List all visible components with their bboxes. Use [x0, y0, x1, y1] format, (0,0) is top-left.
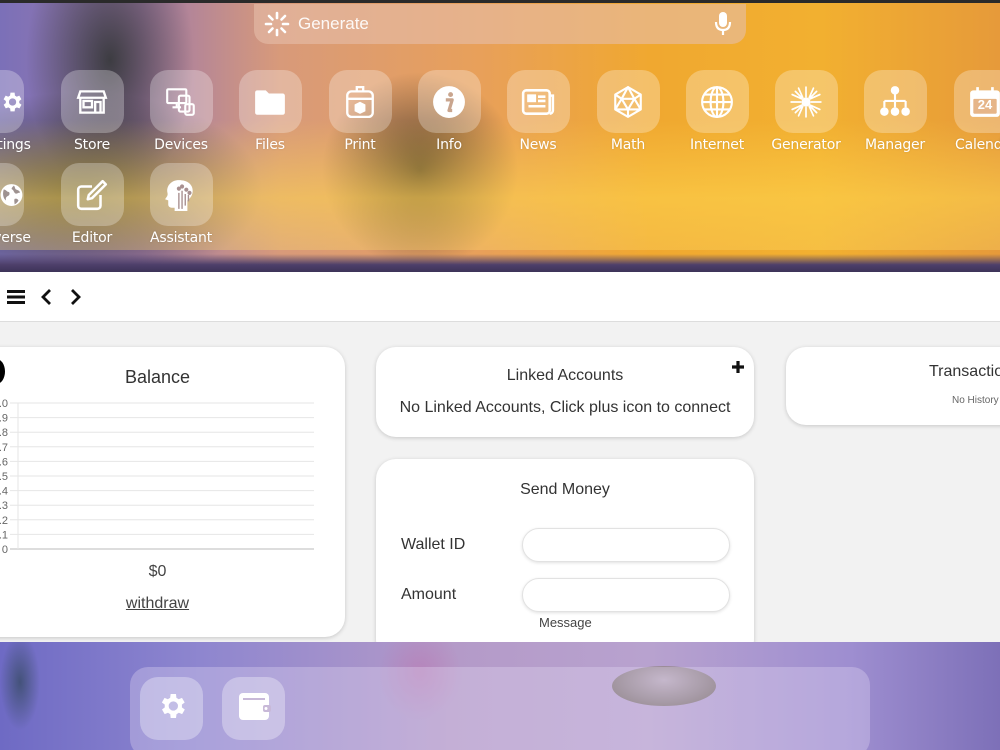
withdraw-link[interactable]: withdraw	[0, 595, 345, 613]
chart-ytick-label: .8	[0, 427, 8, 439]
app-store[interactable]: Store	[52, 70, 132, 160]
chevron-right-icon[interactable]	[66, 286, 86, 308]
app-files[interactable]: Files	[230, 70, 310, 160]
balance-card: Balance 0 .1 .2 .3 .4 .5 .6 .7 .8 .9 .0 $0 withdra…	[0, 347, 345, 637]
app-label: Info	[436, 137, 462, 153]
app-label: Editor	[71, 230, 113, 246]
wallet-icon	[237, 690, 271, 727]
chart-ytick-label: .4	[0, 486, 8, 498]
app-news[interactable]: News	[498, 70, 578, 160]
hamburger-icon[interactable]	[6, 286, 26, 308]
app-print[interactable]: Print	[320, 70, 400, 160]
linked-accounts-card: Linked Accounts No Linked Accounts, Clic…	[376, 347, 754, 437]
wallet-content: Balance 0 .1 .2 .3 .4 .5 .6 .7 .8 .9 .0 $0 withdra…	[0, 322, 1000, 642]
app-label: News	[519, 137, 557, 153]
app-label: Store	[73, 137, 110, 153]
app-universe[interactable]: verse	[0, 163, 32, 253]
amount-input[interactable]	[522, 578, 730, 612]
dock	[130, 667, 870, 750]
linked-accounts-empty-message: No Linked Accounts, Click plus icon to c…	[399, 399, 731, 416]
chart-ytick-label: .1	[0, 529, 8, 541]
plus-icon[interactable]	[730, 359, 746, 375]
app-label: verse	[0, 230, 31, 246]
store-icon	[60, 70, 124, 133]
transactions-card: Transactio No History	[786, 347, 1000, 425]
app-calendar[interactable]: 24 Calend	[945, 70, 1000, 160]
app-label: Devices	[154, 137, 208, 153]
app-label: Print	[344, 137, 376, 153]
linked-accounts-title: Linked Accounts	[506, 367, 624, 384]
balance-title: Balance	[124, 367, 191, 387]
sparkle-icon	[774, 70, 838, 133]
toolbar	[0, 272, 1000, 322]
globe-icon	[685, 70, 749, 133]
wallet-id-input[interactable]	[522, 528, 730, 562]
print-icon	[328, 70, 392, 133]
earth-icon	[0, 163, 24, 226]
chart-ytick-label: .0	[0, 399, 8, 410]
app-label: Manager	[865, 137, 925, 153]
ai-head-icon	[149, 163, 213, 226]
chevron-left-icon[interactable]	[36, 286, 56, 308]
edit-icon	[60, 163, 124, 226]
hierarchy-icon	[863, 70, 927, 133]
app-manager[interactable]: Manager	[855, 70, 935, 160]
icosahedron-icon	[596, 70, 660, 133]
generate-search-bar[interactable]	[254, 4, 746, 44]
app-info[interactable]: Info	[409, 70, 489, 160]
info-icon	[417, 70, 481, 133]
app-label: Internet	[690, 137, 744, 153]
generate-input[interactable]	[292, 14, 712, 34]
chart-ytick-label: .2	[0, 515, 8, 527]
app-generator[interactable]: Generator	[766, 70, 846, 160]
app-math[interactable]: Math	[588, 70, 668, 160]
devices-icon	[149, 70, 213, 133]
gear-icon	[156, 690, 188, 727]
app-internet[interactable]: Internet	[677, 70, 757, 160]
loading-spinner-icon	[262, 9, 292, 39]
transactions-title: Transactio	[929, 363, 1000, 380]
send-money-title: Send Money	[520, 481, 610, 498]
amount-label: Amount	[401, 586, 457, 603]
window-top-border	[0, 0, 1000, 3]
chart-ytick-label: .5	[0, 471, 8, 483]
news-icon	[506, 70, 570, 133]
microphone-icon[interactable]	[712, 11, 734, 37]
app-editor[interactable]: Editor	[52, 163, 132, 253]
message-label: Message	[539, 615, 592, 630]
chart-ytick-label: .9	[0, 413, 8, 425]
chart-ytick-label: 0	[2, 544, 8, 556]
send-money-card: Send Money Wallet ID Amount Message	[376, 459, 754, 642]
app-label: Files	[255, 137, 285, 153]
app-label: Calend	[955, 137, 1000, 153]
dock-settings-button[interactable]	[140, 677, 203, 740]
app-devices[interactable]: Devices	[141, 70, 221, 160]
folder-icon	[238, 70, 302, 133]
calendar-day: 24	[977, 97, 993, 112]
app-assistant[interactable]: Assistant	[141, 163, 221, 253]
balance-amount: $0	[148, 563, 167, 580]
transactions-empty-message: No History	[952, 395, 999, 406]
calendar-icon: 24	[953, 70, 1000, 133]
app-label: Math	[610, 137, 646, 153]
chart-ytick-label: .6	[0, 456, 8, 468]
dock-wallet-button[interactable]	[222, 677, 285, 740]
app-label: Assistant	[150, 230, 212, 246]
app-label: Generator	[771, 137, 841, 153]
chart-ytick-label: .7	[0, 442, 8, 454]
app-settings[interactable]: tings	[0, 70, 32, 160]
app-label: tings	[0, 137, 31, 153]
balance-chart: 0 .1 .2 .3 .4 .5 .6 .7 .8 .9 .0	[0, 399, 314, 556]
chart-ytick-label: .3	[0, 500, 8, 512]
gear-icon	[0, 70, 24, 133]
wallet-id-label: Wallet ID	[401, 536, 466, 553]
